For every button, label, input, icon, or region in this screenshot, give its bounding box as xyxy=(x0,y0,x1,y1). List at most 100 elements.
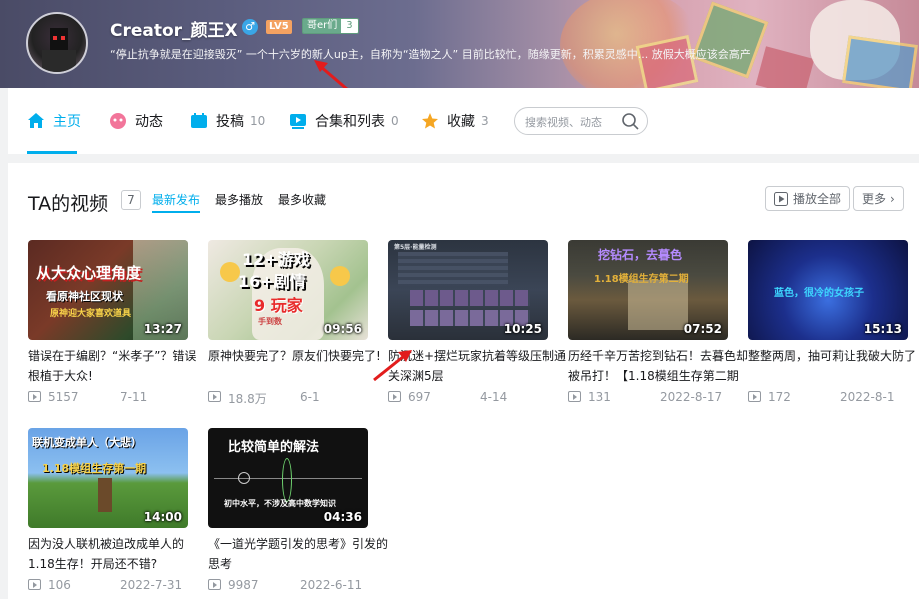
fan-medal-name: 哥er们 xyxy=(303,19,342,33)
video-views: 106 xyxy=(48,578,71,592)
play-count-icon xyxy=(568,391,581,402)
thumbnail-text: 12+游戏 xyxy=(242,250,310,269)
avatar-figure xyxy=(53,36,57,40)
sort-most-favorited[interactable]: 最多收藏 xyxy=(278,191,326,208)
video-meta: 697 4-14 xyxy=(388,390,568,406)
sort-latest[interactable]: 最新发布 xyxy=(152,191,200,208)
video-views: 18.8万 xyxy=(228,392,267,406)
avatar[interactable] xyxy=(26,12,88,74)
thumbnail-art xyxy=(628,280,688,330)
tab-favorites-label: 收藏 xyxy=(447,114,475,130)
video-thumbnail[interactable]: 联机变成单人（大悲） 1.18模组生存第一期 14:00 xyxy=(28,428,188,528)
tab-home-label: 主页 xyxy=(53,114,81,130)
section-count: 7 xyxy=(121,190,141,210)
video-date: 2022-8-1 xyxy=(840,390,895,404)
tab-home[interactable]: 主页 xyxy=(27,88,81,154)
play-count-icon xyxy=(748,391,761,402)
thumbnail-text: 9 玩家 xyxy=(254,296,303,315)
emoji-icon xyxy=(330,266,350,286)
thumbnail-text: 看原神社区现状 xyxy=(46,290,123,303)
video-icon xyxy=(191,113,207,128)
play-count-icon xyxy=(28,579,41,590)
sort-active-indicator xyxy=(152,211,200,213)
thumbnail-text: 16+剧情 xyxy=(238,272,306,291)
annotation-arrow-icon xyxy=(373,350,412,382)
username: Creator_颜王X xyxy=(110,21,238,41)
fan-medal[interactable]: 哥er们 3 xyxy=(302,18,359,34)
thumbnail-text: 第5层·能量检测 xyxy=(394,244,437,251)
video-meta: 106 2022-7-31 xyxy=(28,578,208,594)
video-date: 2022-7-31 xyxy=(120,578,183,592)
tab-collections-count: 0 xyxy=(391,114,399,128)
video-thumbnail[interactable]: 比较简单的解法 初中水平，不涉及高中数学知识 04:36 xyxy=(208,428,368,528)
search-icon[interactable] xyxy=(621,112,639,130)
video-duration: 13:27 xyxy=(143,322,182,336)
fan-medal-level: 3 xyxy=(341,19,358,33)
level-badge[interactable]: LV5 xyxy=(266,20,292,34)
video-title[interactable]: 原神快要完了？原友们快要完了! xyxy=(208,346,388,386)
thumbnail-text: 联机变成单人（大悲） xyxy=(32,436,142,449)
play-count-icon xyxy=(28,391,41,402)
thumbnail-art xyxy=(98,478,112,512)
banner-decoration xyxy=(691,1,769,79)
thumbnail-text: 1.18模组生存第二期 xyxy=(594,274,689,285)
play-icon xyxy=(774,191,788,206)
video-thumbnail[interactable]: 挖钻石，去暮色 1.18模组生存第二期 07:52 xyxy=(568,240,728,340)
video-date: 4-14 xyxy=(480,390,508,404)
video-duration: 14:00 xyxy=(143,510,182,524)
tab-dynamic[interactable]: 动态 xyxy=(109,88,163,154)
tab-dynamic-label: 动态 xyxy=(135,114,163,130)
video-duration: 04:36 xyxy=(323,510,362,524)
video-duration: 15:13 xyxy=(863,322,902,336)
video-views: 5157 xyxy=(48,390,79,404)
search-input[interactable]: 搜索视频、动态 xyxy=(514,107,648,135)
playlist-icon xyxy=(290,114,306,129)
tab-favorites-count: 3 xyxy=(481,114,489,128)
video-meta: 172 2022-8-1 xyxy=(748,390,919,406)
tab-favorites[interactable]: 收藏 3 xyxy=(421,88,489,154)
dynamic-icon xyxy=(110,113,126,129)
profile-nav: 主页 动态 投稿 10 合集和列表 0 收藏 3 搜索视频、动态 xyxy=(8,88,919,154)
thumbnail-text: 手到数 xyxy=(258,317,282,326)
thumbnail-art xyxy=(238,472,250,484)
video-thumbnail[interactable]: 从大众心理角度 看原神社区现状 原神迎大家喜欢道具 13:27 xyxy=(28,240,188,340)
search-placeholder: 搜索视频、动态 xyxy=(525,116,602,129)
video-thumbnail[interactable]: 第5层·能量检测 10:25 xyxy=(388,240,548,340)
video-views: 131 xyxy=(588,390,611,404)
thumbnail-text: 从大众心理角度 xyxy=(36,264,142,282)
video-thumbnail[interactable]: 蓝色，很冷的女孩子 15:13 xyxy=(748,240,908,340)
video-title[interactable]: 《一道光学题引发的思考》引发的思考 xyxy=(208,534,388,574)
thumbnail-text: 比较简单的解法 xyxy=(228,440,320,455)
tab-collections-label: 合集和列表 xyxy=(315,114,385,130)
section-title: TA的视频 xyxy=(28,193,109,215)
more-button[interactable]: 更多 › xyxy=(853,186,904,211)
more-label: 更多 xyxy=(862,192,887,206)
play-count-icon xyxy=(388,391,401,402)
play-count-icon xyxy=(208,391,221,402)
emoji-icon xyxy=(220,262,240,282)
play-all-label: 播放全部 xyxy=(793,192,842,206)
play-all-button[interactable]: 播放全部 xyxy=(765,186,851,211)
thumbnail-art xyxy=(398,252,508,286)
thumbnail-text: 1.18模组生存第一期 xyxy=(42,462,147,475)
video-title[interactable]: 因为没人联机被迫改成单人的1.18生存！开局还不错? xyxy=(28,534,208,574)
video-title[interactable]: 整整两周，抽可莉让我破大防了 xyxy=(748,346,919,386)
avatar-figure xyxy=(61,36,65,40)
video-meta: 5157 7-11 xyxy=(28,390,208,406)
profile-banner: Creator_颜王X ♂ LV5 哥er们 3 “停止抗争就是在迎接毁灭” 一… xyxy=(0,0,919,88)
video-duration: 07:52 xyxy=(683,322,722,336)
video-date: 2022-8-17 xyxy=(660,390,723,404)
signature: “停止抗争就是在迎接毁灭” 一个十六岁的新人up主，自称为“造物之人” 目前比较… xyxy=(110,48,751,61)
video-meta: 18.8万 6-1 xyxy=(208,390,388,406)
thumbnail-text: 初中水平，不涉及高中数学知识 xyxy=(224,499,336,508)
sort-most-played[interactable]: 最多播放 xyxy=(215,191,263,208)
tab-uploads-label: 投稿 xyxy=(216,114,244,130)
tab-uploads[interactable]: 投稿 10 xyxy=(190,88,265,154)
video-date: 7-11 xyxy=(120,390,148,404)
video-title[interactable]: 历经千辛万苦挖到钻石！去暮色却被吊打！【1.18模组生存第二期 xyxy=(568,346,748,386)
tab-active-indicator xyxy=(27,151,77,154)
video-thumbnail[interactable]: 12+游戏 16+剧情 9 玩家 手到数 09:56 xyxy=(208,240,368,340)
video-views: 172 xyxy=(768,390,791,404)
video-title[interactable]: 错误在于编剧？“米孝子”？错误根植于大众! xyxy=(28,346,208,386)
tab-collections[interactable]: 合集和列表 0 xyxy=(289,88,399,154)
